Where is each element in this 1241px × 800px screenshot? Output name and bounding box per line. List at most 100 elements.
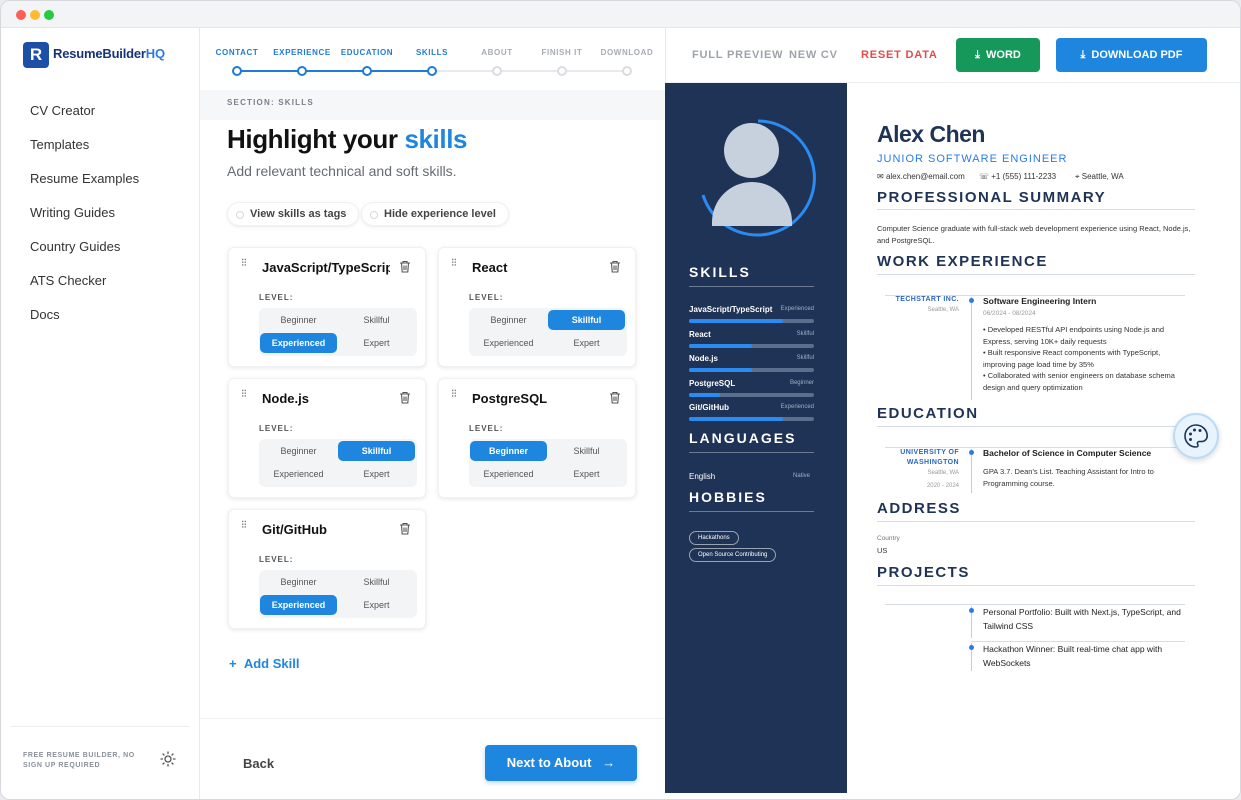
resume-skill-bar bbox=[689, 368, 814, 372]
sidebar-item-writing-guides[interactable]: Writing Guides bbox=[30, 206, 139, 240]
new-cv-link[interactable]: NEW CV bbox=[789, 49, 838, 61]
title-bar bbox=[1, 1, 1240, 28]
work-timeline-dot bbox=[969, 298, 974, 303]
level-option-skillful[interactable]: Skillful bbox=[548, 441, 625, 461]
step-contact[interactable]: CONTACT bbox=[207, 48, 267, 57]
resume-skill-row: PostgreSQL Beginner bbox=[689, 379, 814, 399]
step-dot-experience[interactable] bbox=[297, 66, 307, 76]
step-skills[interactable]: SKILLS bbox=[402, 48, 462, 57]
level-option-beginner[interactable]: Beginner bbox=[470, 441, 547, 461]
download-pdf-button[interactable]: ⤓ DOWNLOAD PDF bbox=[1056, 38, 1207, 72]
resume-languages-rule bbox=[689, 452, 814, 453]
level-option-skillful[interactable]: Skillful bbox=[548, 310, 625, 330]
resume-projects-heading: PROJECTS bbox=[877, 564, 970, 581]
resume-phone: ☏ +1 (555) 111-2233 bbox=[979, 172, 1057, 181]
skill-name-input[interactable]: Node.js bbox=[262, 391, 390, 406]
level-option-expert[interactable]: Expert bbox=[548, 464, 625, 484]
progress-stepper: CONTACT EXPERIENCE EDUCATION SKILLS ABOU… bbox=[200, 28, 665, 83]
step-dot-education[interactable] bbox=[362, 66, 372, 76]
step-dot-finish-it[interactable] bbox=[557, 66, 567, 76]
level-option-expert[interactable]: Expert bbox=[338, 464, 415, 484]
trash-icon[interactable] bbox=[609, 260, 621, 273]
drag-handle-icon[interactable]: ⁝⁝ bbox=[451, 258, 457, 269]
skill-card[interactable]: ⁝⁝ Git/GitHub LEVEL: Beginner Skillful Experi… bbox=[228, 509, 426, 629]
level-option-experienced[interactable]: Experienced bbox=[470, 464, 547, 484]
drag-handle-icon[interactable]: ⁝⁝ bbox=[241, 258, 247, 269]
level-option-expert[interactable]: Expert bbox=[548, 333, 625, 353]
view-skills-as-tags-toggle[interactable]: View skills as tags bbox=[227, 202, 360, 226]
reset-data-link[interactable]: RESET DATA bbox=[861, 49, 938, 61]
resume-work-rule bbox=[877, 274, 1195, 275]
education-dates: 2020 - 2024 bbox=[926, 483, 959, 489]
skill-name-input[interactable]: JavaScript/TypeScript bbox=[262, 260, 390, 275]
sidebar-item-templates[interactable]: Templates bbox=[30, 138, 139, 172]
level-option-expert[interactable]: Expert bbox=[338, 595, 415, 615]
hide-experience-level-toggle[interactable]: Hide experience level bbox=[361, 202, 509, 226]
skill-name-input[interactable]: PostgreSQL bbox=[472, 391, 600, 406]
minimize-window-button[interactable] bbox=[30, 10, 40, 20]
level-option-beginner[interactable]: Beginner bbox=[260, 310, 337, 330]
step-about[interactable]: ABOUT bbox=[467, 48, 527, 57]
sidebar-item-docs[interactable]: Docs bbox=[30, 308, 139, 342]
trash-icon[interactable] bbox=[399, 522, 411, 535]
full-preview-link[interactable]: FULL PREVIEW bbox=[692, 49, 783, 61]
step-dot-about[interactable] bbox=[492, 66, 502, 76]
step-experience[interactable]: EXPERIENCE bbox=[272, 48, 332, 57]
skill-name-input[interactable]: Git/GitHub bbox=[262, 522, 390, 537]
drag-handle-icon[interactable]: ⁝⁝ bbox=[241, 520, 247, 531]
maximize-window-button[interactable] bbox=[44, 10, 54, 20]
level-option-experienced[interactable]: Experienced bbox=[260, 464, 337, 484]
trash-icon[interactable] bbox=[399, 260, 411, 273]
level-option-experienced[interactable]: Experienced bbox=[470, 333, 547, 353]
close-window-button[interactable] bbox=[16, 10, 26, 20]
trash-icon[interactable] bbox=[609, 391, 621, 404]
level-option-expert[interactable]: Expert bbox=[338, 333, 415, 353]
step-download[interactable]: DOWNLOAD bbox=[597, 48, 657, 57]
skill-card[interactable]: ⁝⁝ Node.js LEVEL: Beginner Skillful Experienc… bbox=[228, 378, 426, 498]
trash-icon[interactable] bbox=[399, 391, 411, 404]
sun-icon[interactable] bbox=[160, 751, 176, 767]
logo[interactable]: R ResumeBuilderHQ bbox=[23, 42, 173, 70]
level-option-beginner[interactable]: Beginner bbox=[470, 310, 547, 330]
step-dot-skills[interactable] bbox=[427, 66, 437, 76]
skill-card[interactable]: ⁝⁝ JavaScript/TypeScript LEVEL: Beginner Ski… bbox=[228, 247, 426, 367]
stepper-progress-line bbox=[237, 70, 432, 72]
add-skill-button[interactable]: + Add Skill bbox=[229, 656, 299, 671]
level-option-skillful[interactable]: Skillful bbox=[338, 441, 415, 461]
skill-card[interactable]: ⁝⁝ React LEVEL: Beginner Skillful Experienced… bbox=[438, 247, 636, 367]
sidebar-item-cv-creator[interactable]: CV Creator bbox=[30, 104, 139, 138]
resume-role: JUNIOR SOFTWARE ENGINEER bbox=[877, 153, 1068, 165]
education-title: Bachelor of Science in Computer Science bbox=[983, 448, 1152, 458]
resume-skill-bar-fill bbox=[689, 319, 783, 323]
next-to-about-button[interactable]: Next to About → bbox=[485, 745, 637, 781]
level-option-skillful[interactable]: Skillful bbox=[338, 572, 415, 592]
level-selector: Beginner Skillful Experienced Expert bbox=[469, 439, 627, 487]
level-option-beginner[interactable]: Beginner bbox=[260, 441, 337, 461]
back-button[interactable]: Back bbox=[243, 756, 274, 771]
step-dot-download[interactable] bbox=[622, 66, 632, 76]
theme-palette-button[interactable] bbox=[1173, 413, 1219, 459]
sidebar-item-country-guides[interactable]: Country Guides bbox=[30, 240, 139, 274]
resume-languages-heading: LANGUAGES bbox=[689, 430, 797, 446]
preview-toolbar: FULL PREVIEW NEW CV RESET DATA ⤓ WORD ⤓ DO… bbox=[665, 28, 1240, 83]
resume-skill-level: Skillful bbox=[796, 330, 814, 337]
avatar[interactable] bbox=[701, 119, 816, 249]
sidebar-item-ats-checker[interactable]: ATS Checker bbox=[30, 274, 139, 308]
drag-handle-icon[interactable]: ⁝⁝ bbox=[451, 389, 457, 400]
education-place: Seattle, WA bbox=[927, 470, 959, 476]
step-finish-it[interactable]: FINISH IT bbox=[532, 48, 592, 57]
level-option-experienced[interactable]: Experienced bbox=[260, 333, 337, 353]
resume-skill-level: Beginner bbox=[789, 379, 814, 386]
level-option-skillful[interactable]: Skillful bbox=[338, 310, 415, 330]
sidebar-item-resume-examples[interactable]: Resume Examples bbox=[30, 172, 139, 206]
level-option-experienced[interactable]: Experienced bbox=[260, 595, 337, 615]
skill-name-input[interactable]: React bbox=[472, 260, 600, 275]
resume-skill-row: JavaScript/TypeScript Experienced bbox=[689, 305, 814, 325]
step-education[interactable]: EDUCATION bbox=[337, 48, 397, 57]
level-option-beginner[interactable]: Beginner bbox=[260, 572, 337, 592]
drag-handle-icon[interactable]: ⁝⁝ bbox=[241, 389, 247, 400]
download-word-button[interactable]: ⤓ WORD bbox=[956, 38, 1040, 72]
step-dot-contact[interactable] bbox=[232, 66, 242, 76]
resume-skill-level: Experienced bbox=[780, 404, 814, 410]
skill-card[interactable]: ⁝⁝ PostgreSQL LEVEL: Beginner Skillful Experi… bbox=[438, 378, 636, 498]
